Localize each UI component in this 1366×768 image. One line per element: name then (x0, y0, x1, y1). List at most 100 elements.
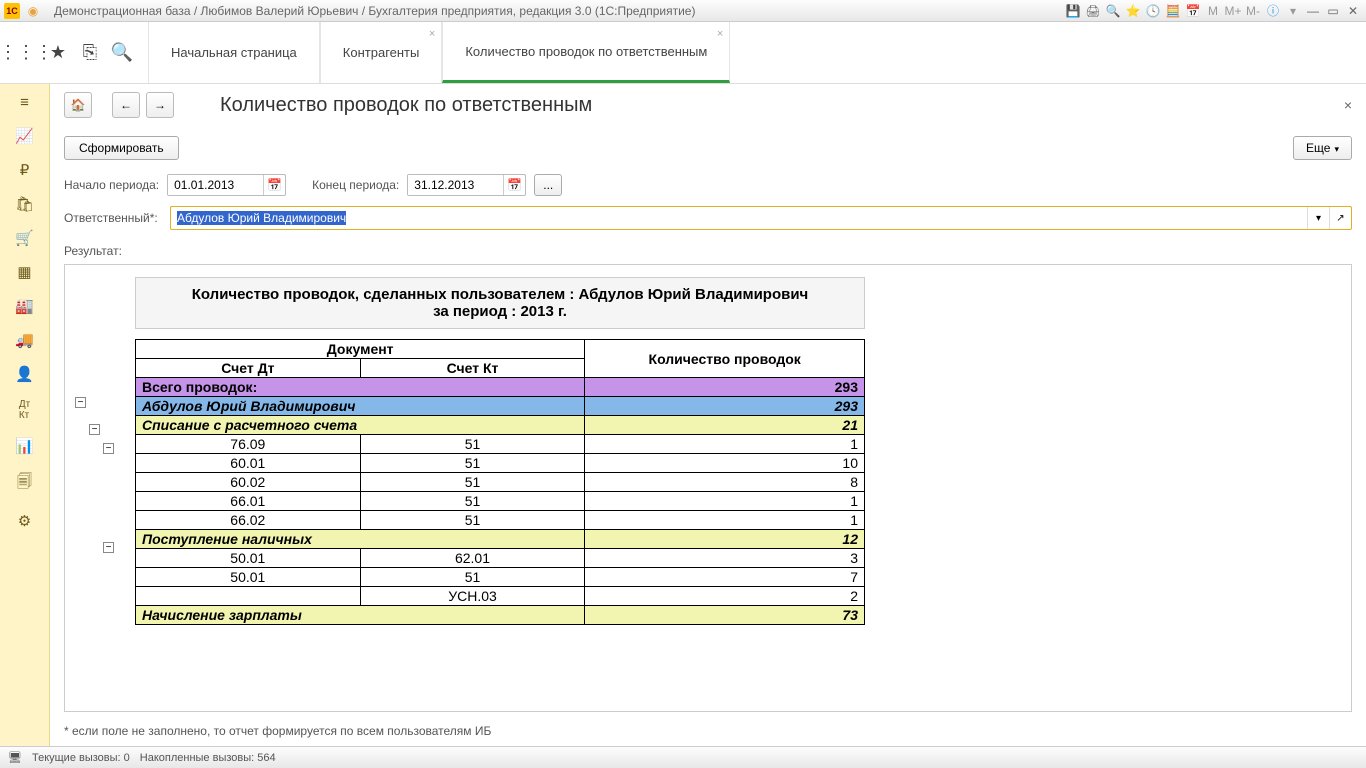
cell-dt: 76.09 (136, 435, 361, 454)
ruble-icon[interactable]: ₽ (20, 161, 30, 179)
form-button[interactable]: Сформировать (64, 136, 179, 160)
m-minus-icon[interactable]: M- (1244, 3, 1262, 19)
tree-toggle[interactable]: − (103, 542, 114, 553)
cell-kt: УСН.03 (360, 587, 585, 606)
print-icon[interactable]: 🖨 (1084, 3, 1102, 19)
tab-label: Количество проводок по ответственным (465, 44, 707, 59)
m-icon[interactable]: M (1204, 3, 1222, 19)
cell-value: 1 (585, 435, 865, 454)
tree-toggle[interactable]: − (89, 424, 100, 435)
search-doc-icon[interactable]: 🔍 (1104, 3, 1122, 19)
cart-icon[interactable]: 🛒 (15, 229, 34, 247)
chevron-down-icon[interactable]: ▾ (1284, 3, 1302, 19)
footnote: * если поле не заполнено, то отчет форми… (64, 724, 1352, 738)
page-close-icon[interactable]: × (1344, 97, 1352, 113)
person-icon[interactable]: 👤 (15, 365, 34, 383)
pin-icon[interactable]: ⎘ (78, 41, 102, 65)
truck-icon[interactable]: 🚚 (15, 331, 34, 349)
responsible-input[interactable]: Абдулов Юрий Владимирович (171, 207, 1307, 229)
report-area[interactable]: − − − − Количество проводок, сделанных п… (64, 264, 1352, 712)
history-icon[interactable]: 🕓 (1144, 3, 1162, 19)
docs-icon[interactable]: 🗐 (17, 471, 32, 496)
cell-dt: 50.01 (136, 568, 361, 587)
tab-contractors[interactable]: Контрагенты× (320, 22, 443, 83)
end-date-label: Конец периода: (312, 178, 399, 192)
chart-icon[interactable]: 📈 (15, 127, 34, 145)
dtkt-icon[interactable]: ДтКт (19, 399, 30, 421)
cell-dt (136, 587, 361, 606)
tab-report[interactable]: Количество проводок по ответственным × (442, 22, 730, 83)
cubes-icon[interactable]: ▦ (17, 263, 31, 281)
window-title: Демонстрационная база / Любимов Валерий … (54, 4, 695, 18)
calendar-icon[interactable]: 📅 (1184, 3, 1202, 19)
group-value: 21 (585, 416, 865, 435)
open-icon[interactable]: ↗ (1329, 207, 1351, 229)
bars-icon[interactable]: 📊 (15, 437, 34, 455)
apps-icon[interactable]: ⋮⋮⋮ (14, 41, 38, 65)
cell-value: 3 (585, 549, 865, 568)
app-icon: 1C (4, 3, 20, 19)
forward-button[interactable]: → (146, 92, 174, 118)
dropdown-icon[interactable]: ◉ (24, 3, 42, 19)
menu-icon[interactable]: ≡ (20, 94, 29, 111)
tab-label: Начальная страница (171, 45, 297, 60)
star-icon[interactable]: ★ (46, 41, 70, 65)
cell-value: 1 (585, 511, 865, 530)
cell-kt: 51 (360, 492, 585, 511)
tab-close-icon[interactable]: × (429, 28, 435, 40)
more-button[interactable]: Еще (1293, 136, 1352, 160)
calendar-icon[interactable]: 📅 (263, 175, 285, 195)
calendar-icon[interactable]: 📅 (503, 175, 525, 195)
start-date-label: Начало периода: (64, 178, 159, 192)
back-button[interactable]: ← (112, 92, 140, 118)
col-dt: Счет Дт (136, 359, 361, 378)
home-button[interactable]: 🏠 (64, 92, 92, 118)
cell-kt: 51 (360, 454, 585, 473)
cell-value: 10 (585, 454, 865, 473)
sidebar: ≡ 📈 ₽ 🛍 🛒 ▦ 🏭 🚚 👤 ДтКт 📊 🗐 ⚙ (0, 84, 50, 746)
cell-kt: 51 (360, 511, 585, 530)
tab-home[interactable]: Начальная страница (148, 22, 320, 83)
col-count: Количество проводок (585, 340, 865, 378)
cell-value: 2 (585, 587, 865, 606)
status-icon: 🖥 (8, 751, 22, 764)
report-title: Количество проводок, сделанных пользоват… (144, 286, 856, 303)
group-name: Поступление наличных (136, 530, 585, 549)
save-icon[interactable]: 💾 (1064, 3, 1082, 19)
titlebar: 1C ◉ Демонстрационная база / Любимов Вал… (0, 0, 1366, 22)
tree-toggle[interactable]: − (75, 397, 86, 408)
total-label: Всего проводок: (136, 378, 585, 397)
favorite-icon[interactable]: ⭐ (1124, 3, 1142, 19)
status-accum: Накопленные вызовы: 564 (140, 752, 276, 764)
cell-kt: 51 (360, 568, 585, 587)
period-button[interactable]: ... (534, 174, 562, 196)
tab-close-icon[interactable]: × (717, 28, 723, 40)
maximize-icon[interactable]: ▭ (1324, 3, 1342, 19)
group-name: Списание с расчетного счета (136, 416, 585, 435)
cell-value: 7 (585, 568, 865, 587)
cell-kt: 51 (360, 435, 585, 454)
end-date-input[interactable] (408, 175, 503, 195)
tree-toggle[interactable]: − (103, 443, 114, 454)
calculator-icon[interactable]: 🧮 (1164, 3, 1182, 19)
group-value: 12 (585, 530, 865, 549)
close-icon[interactable]: ✕ (1344, 3, 1362, 19)
minimize-icon[interactable]: — (1304, 3, 1322, 19)
user-name: Абдулов Юрий Владимирович (136, 397, 585, 416)
cell-kt: 51 (360, 473, 585, 492)
bag-icon[interactable]: 🛍 (15, 195, 34, 213)
tabbar: ⋮⋮⋮ ★ ⎘ 🔍 Начальная страница Контрагенты… (0, 22, 1366, 84)
factory-icon[interactable]: 🏭 (15, 297, 34, 315)
search-icon[interactable]: 🔍 (110, 41, 134, 65)
start-date-input[interactable] (168, 175, 263, 195)
cell-value: 8 (585, 473, 865, 492)
dropdown-icon[interactable]: ▾ (1307, 207, 1329, 229)
result-label: Результат: (64, 244, 1352, 258)
group-name: Начисление зарплаты (136, 606, 585, 625)
cell-dt: 66.01 (136, 492, 361, 511)
gear-icon[interactable]: ⚙ (18, 512, 31, 530)
info-icon[interactable]: ⓘ (1264, 3, 1282, 19)
cell-dt: 66.02 (136, 511, 361, 530)
cell-dt: 60.01 (136, 454, 361, 473)
m-plus-icon[interactable]: M+ (1224, 3, 1242, 19)
